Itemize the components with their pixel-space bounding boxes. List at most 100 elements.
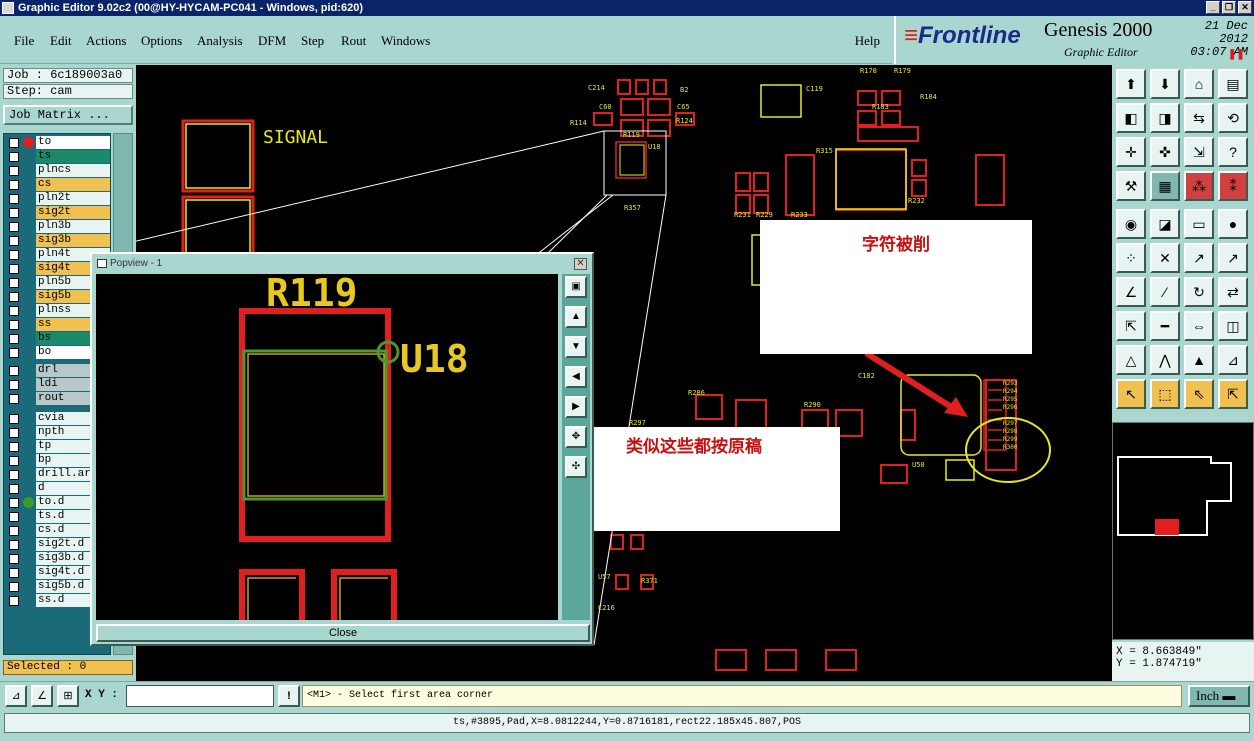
dash-icon[interactable]: ━ bbox=[1150, 311, 1180, 341]
layer-checkbox[interactable] bbox=[9, 596, 19, 606]
cross-icon[interactable]: ✕ bbox=[1150, 243, 1180, 273]
pad-tool-icon[interactable]: ● bbox=[1218, 209, 1248, 239]
menu-windows[interactable]: Windows bbox=[381, 33, 430, 49]
menu-file[interactable]: File bbox=[14, 33, 34, 49]
layer-checkbox[interactable] bbox=[9, 194, 19, 204]
help-icon[interactable]: ? bbox=[1218, 137, 1248, 167]
layer-checkbox[interactable] bbox=[9, 414, 19, 424]
units-select[interactable]: Inch ▬ bbox=[1188, 685, 1250, 707]
layer-checkbox[interactable] bbox=[9, 442, 19, 452]
arc-icon[interactable]: ↻ bbox=[1184, 277, 1214, 307]
measure-icon[interactable]: ⚒ bbox=[1116, 171, 1146, 201]
angle-icon[interactable]: ∠ bbox=[1116, 277, 1146, 307]
line-tool-icon[interactable]: ◪ bbox=[1150, 209, 1180, 239]
stretch-icon[interactable]: ⇔ bbox=[1184, 311, 1214, 341]
layer-name[interactable]: sig3b bbox=[36, 234, 110, 247]
slash-icon[interactable]: ⁄ bbox=[1150, 277, 1180, 307]
net-icon[interactable]: ⁘ bbox=[1116, 243, 1146, 273]
overview-viewport[interactable] bbox=[1155, 519, 1179, 535]
zoom-down-icon[interactable]: ⬇ bbox=[1150, 69, 1180, 99]
pointer-select-icon[interactable]: ⇖ bbox=[1184, 379, 1214, 409]
angle-mode-icon[interactable]: ∠ bbox=[31, 685, 53, 707]
layer-checkbox[interactable] bbox=[9, 366, 19, 376]
layer-name[interactable]: to bbox=[36, 136, 110, 149]
menu-actions[interactable]: Actions bbox=[86, 33, 126, 49]
layer-name[interactable]: ts bbox=[36, 150, 110, 163]
layer-row[interactable]: pln3b bbox=[6, 220, 110, 233]
layer-checkbox[interactable] bbox=[9, 554, 19, 564]
menu-rout[interactable]: Rout bbox=[341, 33, 366, 49]
layer-checkbox[interactable] bbox=[9, 278, 19, 288]
layer-checkbox[interactable] bbox=[9, 236, 19, 246]
grid-icon[interactable]: ▦ bbox=[1150, 171, 1180, 201]
peak-icon[interactable]: ⋀ bbox=[1150, 345, 1180, 375]
scale-icon[interactable]: ⇲ bbox=[1184, 137, 1214, 167]
layer-checkbox[interactable] bbox=[9, 348, 19, 358]
layer-checkbox[interactable] bbox=[9, 306, 19, 316]
layer-row[interactable]: pln2t bbox=[6, 192, 110, 205]
mirror-icon[interactable]: ⇆ bbox=[1184, 103, 1214, 133]
rotate-icon[interactable]: ⟲ bbox=[1218, 103, 1248, 133]
layer-checkbox[interactable] bbox=[9, 208, 19, 218]
layer-row[interactable]: cs bbox=[6, 178, 110, 191]
job-matrix-button[interactable]: Job Matrix ... bbox=[3, 105, 133, 125]
xy-input[interactable] bbox=[126, 685, 274, 707]
connect-icon[interactable]: ↗ bbox=[1184, 243, 1214, 273]
pointer-box-icon[interactable]: ⬚ bbox=[1150, 379, 1180, 409]
menu-edit[interactable]: Edit bbox=[50, 33, 72, 49]
layer-checkbox[interactable] bbox=[9, 568, 19, 578]
layer-checkbox[interactable] bbox=[9, 292, 19, 302]
layer-checkbox[interactable] bbox=[9, 334, 19, 344]
popview-pan-up-button[interactable]: ▲ bbox=[565, 306, 587, 328]
layer-checkbox[interactable] bbox=[9, 250, 19, 260]
grid-mode-icon[interactable]: ⊞ bbox=[57, 685, 79, 707]
popview-pan-right-button[interactable]: ▶ bbox=[565, 396, 587, 418]
maximize-button[interactable]: ❐ bbox=[1222, 1, 1236, 14]
popview-zoom-in-button[interactable]: ✥ bbox=[565, 426, 587, 448]
popview-zoom-out-button[interactable]: ✣ bbox=[565, 456, 587, 478]
layer-row[interactable]: sig2t bbox=[6, 206, 110, 219]
close-window-button[interactable]: ✕ bbox=[1238, 1, 1252, 14]
triangle-icon[interactable]: △ bbox=[1116, 345, 1146, 375]
layer-checkbox[interactable] bbox=[9, 152, 19, 162]
layer-checkbox[interactable] bbox=[9, 540, 19, 550]
layer-checkbox[interactable] bbox=[9, 526, 19, 536]
layer-checkbox[interactable] bbox=[9, 180, 19, 190]
connect-alt-icon[interactable]: ↗ bbox=[1218, 243, 1248, 273]
triangle-line-icon[interactable]: ⊿ bbox=[1218, 345, 1248, 375]
layer-checkbox[interactable] bbox=[9, 484, 19, 494]
layer-checkbox[interactable] bbox=[9, 394, 19, 404]
layer-checkbox[interactable] bbox=[9, 264, 19, 274]
layer-checkbox[interactable] bbox=[9, 470, 19, 480]
zoom-out-icon[interactable]: ✜ bbox=[1150, 137, 1180, 167]
popview-canvas[interactable]: R119 U18 bbox=[96, 274, 558, 620]
zoom-home-icon[interactable]: ⬆ bbox=[1116, 69, 1146, 99]
menu-options[interactable]: Options bbox=[141, 33, 182, 49]
popview-pan-down-button[interactable]: ▼ bbox=[565, 336, 587, 358]
snap-center-icon[interactable]: ⁑ bbox=[1218, 171, 1248, 201]
layer-name[interactable]: pln2t bbox=[36, 192, 110, 205]
snap-icon[interactable]: ⁂ bbox=[1184, 171, 1214, 201]
menu-dfm[interactable]: DFM bbox=[258, 33, 286, 49]
popview-zoom-fit-button[interactable]: ▣ bbox=[565, 276, 587, 298]
triangle-bold-icon[interactable]: ▲ bbox=[1184, 345, 1214, 375]
ruler-icon[interactable]: ▭ bbox=[1184, 209, 1214, 239]
menu-help[interactable]: Help bbox=[855, 33, 880, 49]
layer-checkbox[interactable] bbox=[9, 320, 19, 330]
menu-analysis[interactable]: Analysis bbox=[197, 33, 243, 49]
layer-row[interactable]: to bbox=[6, 136, 110, 149]
popview-close-button[interactable]: Close bbox=[96, 624, 590, 642]
overview-map[interactable] bbox=[1112, 422, 1254, 640]
layer-row[interactable]: sig3b bbox=[6, 234, 110, 247]
pointer-icon[interactable]: ↖ bbox=[1116, 379, 1146, 409]
layer-checkbox[interactable] bbox=[9, 456, 19, 466]
layer-checkbox[interactable] bbox=[9, 512, 19, 522]
layer-checkbox[interactable] bbox=[9, 428, 19, 438]
layer-checkbox[interactable] bbox=[9, 582, 19, 592]
flip-icon[interactable]: ⇄ bbox=[1218, 277, 1248, 307]
layer-row[interactable]: plncs bbox=[6, 164, 110, 177]
layer-icon[interactable]: ▤ bbox=[1218, 69, 1248, 99]
group-icon[interactable]: ◫ bbox=[1218, 311, 1248, 341]
select-feature-icon[interactable]: ◉ bbox=[1116, 209, 1146, 239]
move-icon[interactable]: ⇱ bbox=[1116, 311, 1146, 341]
